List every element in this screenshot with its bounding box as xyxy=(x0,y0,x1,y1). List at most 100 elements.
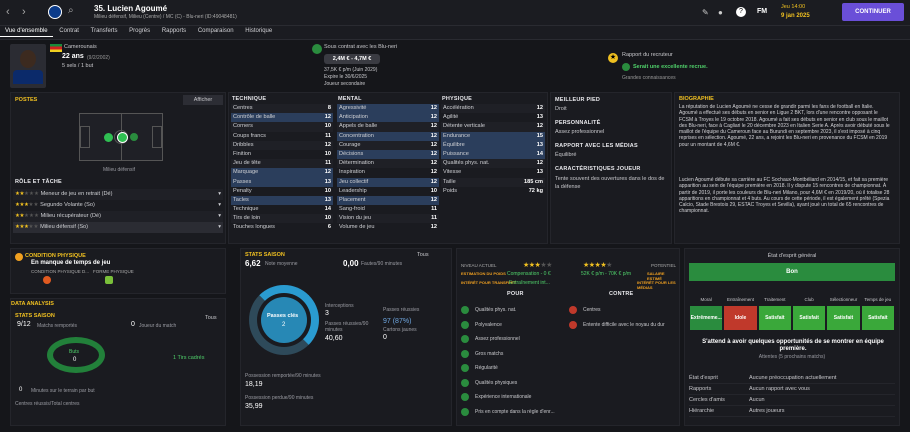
bio-title[interactable]: BIOGRAPHIE xyxy=(679,96,714,102)
morale-row: État d'esprit Aucune préoccupation actuel… xyxy=(689,373,895,384)
morale-cell[interactable]: Idole xyxy=(724,306,757,330)
club-badge-icon[interactable] xyxy=(48,5,62,19)
attribute-name: Penalty xyxy=(233,187,252,194)
foot-title: MEILLEUR PIED xyxy=(555,97,601,103)
attribute-row[interactable]: Vision du jeu 11 xyxy=(337,214,439,224)
analysis-title[interactable]: DATA ANALYSIS xyxy=(11,301,54,307)
back-icon[interactable]: ‹ xyxy=(6,6,20,20)
attribute-row[interactable]: Finition 10 xyxy=(231,150,333,159)
attribute-value: 12 xyxy=(324,114,331,121)
attribute-row[interactable]: Touches longues 6 xyxy=(231,223,333,232)
stats-filter[interactable]: Tous xyxy=(417,252,429,258)
globe-icon[interactable]: ● xyxy=(718,8,723,17)
fouls: 0,00 xyxy=(343,259,359,268)
attribute-row[interactable]: Jeu de tête 11 xyxy=(231,159,333,169)
value-badge[interactable]: 2,4M € - 4,7M € xyxy=(324,54,380,64)
attribute-name: Dribbles xyxy=(233,141,254,148)
attribute-row[interactable]: Placement 12 xyxy=(337,195,439,206)
morale-row-value[interactable]: Aucun rapport avec vous xyxy=(749,384,810,394)
attribute-row[interactable]: Endurance 15 xyxy=(441,131,545,141)
attribute-row[interactable]: Tirs de loin 10 xyxy=(231,214,333,224)
attribute-name: Concentration xyxy=(339,132,374,139)
tab-reports[interactable]: Rapports xyxy=(157,26,191,36)
attribute-row[interactable]: Agressivité 12 xyxy=(337,104,439,114)
cons-list: Centres Entente difficile avec le noyau d… xyxy=(569,303,679,332)
attribute-row[interactable]: Détente verticale 12 xyxy=(441,122,545,132)
attribute-name: Vision du jeu xyxy=(339,215,371,222)
morale-cell[interactable]: Satisfait xyxy=(792,306,826,330)
attribute-row[interactable]: Anticipation 12 xyxy=(337,113,439,123)
tab-bar: Vue d'ensemble Contrat Transferts Progrè… xyxy=(0,26,910,40)
morale-cell[interactable]: Satisfait xyxy=(827,306,860,330)
attribute-name: Tacles xyxy=(233,196,249,203)
help-icon[interactable]: ? xyxy=(736,7,746,17)
tab-history[interactable]: Historique xyxy=(240,26,277,36)
attribute-row[interactable]: Jeu collectif 12 xyxy=(337,177,439,187)
form-icon xyxy=(105,276,113,284)
morale-cell[interactable]: Satisfait xyxy=(758,306,791,330)
attribute-name: Jeu collectif xyxy=(339,178,369,185)
stats-title[interactable]: STATS SAISON xyxy=(245,252,285,258)
warning-icon xyxy=(569,320,577,329)
analysis-filter[interactable]: Tous xyxy=(205,315,217,321)
role-item[interactable]: ★★★★★ Meneur de jeu en retrait (Dé) ▾ xyxy=(13,189,223,200)
morale-cell[interactable]: Extrêmeme... xyxy=(690,306,723,330)
analysis-sub[interactable]: STATS SAISON xyxy=(15,313,55,319)
foot-value: Droit xyxy=(555,106,567,112)
attribute-row[interactable]: Inspiration 12 xyxy=(337,168,439,177)
date-of-birth: (9/2/2002) xyxy=(87,55,110,61)
attribute-name: Jeu de tête xyxy=(233,160,261,167)
tab-transfers[interactable]: Transferts xyxy=(86,26,123,36)
attribute-row[interactable]: Passes 13 xyxy=(231,177,333,187)
attribute-row[interactable]: Équilibre 13 xyxy=(441,140,545,150)
attribute-row[interactable]: Contrôle de balle 12 xyxy=(231,113,333,123)
attribute-row[interactable]: Taille 185 cm xyxy=(441,177,545,187)
show-dropdown[interactable]: Afficher xyxy=(183,95,223,105)
continue-button[interactable]: CONTINUER xyxy=(842,3,904,21)
attribute-row[interactable]: Tacles 13 xyxy=(231,195,333,206)
heart-icon xyxy=(15,253,23,261)
positions-title[interactable]: POSTES xyxy=(15,97,37,103)
attribute-row[interactable]: Poids 72 kg xyxy=(441,187,545,196)
tab-contract[interactable]: Contrat xyxy=(54,26,84,36)
attribute-value: 12 xyxy=(430,123,437,130)
pro-label: Polyvalence xyxy=(475,321,502,328)
attribute-row[interactable]: Penalty 10 xyxy=(231,187,333,196)
search-icon[interactable]: ⌕ xyxy=(68,5,74,16)
attribute-row[interactable]: Accélération 12 xyxy=(441,104,545,114)
attribute-row[interactable]: Leadership 10 xyxy=(337,187,439,196)
forward-icon[interactable]: › xyxy=(22,6,36,20)
attribute-row[interactable]: Centres 8 xyxy=(231,104,333,114)
attribute-row[interactable]: Agilité 13 xyxy=(441,113,545,122)
tab-comparison[interactable]: Comparaison xyxy=(193,26,239,36)
attribute-row[interactable]: Qualités phys. nat. 12 xyxy=(441,159,545,169)
avg-rating: 6,62 xyxy=(245,259,261,268)
attribute-row[interactable]: Volume de jeu 12 xyxy=(337,223,439,232)
attribute-row[interactable]: Détermination 12 xyxy=(337,159,439,169)
role-item[interactable]: ★★★★★ Milieu récupérateur (Dé) ▾ xyxy=(13,211,223,222)
attribute-row[interactable]: Concentration 12 xyxy=(337,131,439,141)
attribute-row[interactable]: Dribbles 12 xyxy=(231,140,333,150)
condition-title[interactable]: CONDITION PHYSIQUE xyxy=(25,253,86,259)
edit-icon[interactable]: ✎ xyxy=(702,8,709,17)
attribute-row[interactable]: Puissance 14 xyxy=(441,149,545,160)
cons-title: CONTRE xyxy=(609,291,634,297)
attribute-row[interactable]: Marquage 12 xyxy=(231,168,333,178)
est-label: ESTIMATION DU POIDS xyxy=(461,271,506,276)
attribute-row[interactable]: Appels de balle 12 xyxy=(337,122,439,132)
tab-progress[interactable]: Progrès xyxy=(124,26,155,36)
fm-icon[interactable]: FM xyxy=(757,8,767,15)
role-item[interactable]: ★★★★★ Milieu défensif (So) ▾ xyxy=(13,222,223,233)
attribute-row[interactable]: Décisions 12 xyxy=(337,149,439,160)
attribute-row[interactable]: Corners 10 xyxy=(231,122,333,132)
tab-overview[interactable]: Vue d'ensemble xyxy=(0,26,53,37)
attribute-row[interactable]: Sang-froid 11 xyxy=(337,205,439,214)
morale-row-value: Autres joueurs xyxy=(749,408,785,414)
role-item[interactable]: ★★★★★ Segundo Volante (So) ▾ xyxy=(13,200,223,211)
attribute-row[interactable]: Vitesse 13 xyxy=(441,168,545,177)
attribute-row[interactable]: Coups francs 11 xyxy=(231,132,333,141)
attribute-row[interactable]: Courage 12 xyxy=(337,140,439,150)
attribute-row[interactable]: Technique 14 xyxy=(231,205,333,214)
morale-cell[interactable]: Satisfait xyxy=(861,306,894,330)
attribute-value: 12 xyxy=(430,169,437,176)
